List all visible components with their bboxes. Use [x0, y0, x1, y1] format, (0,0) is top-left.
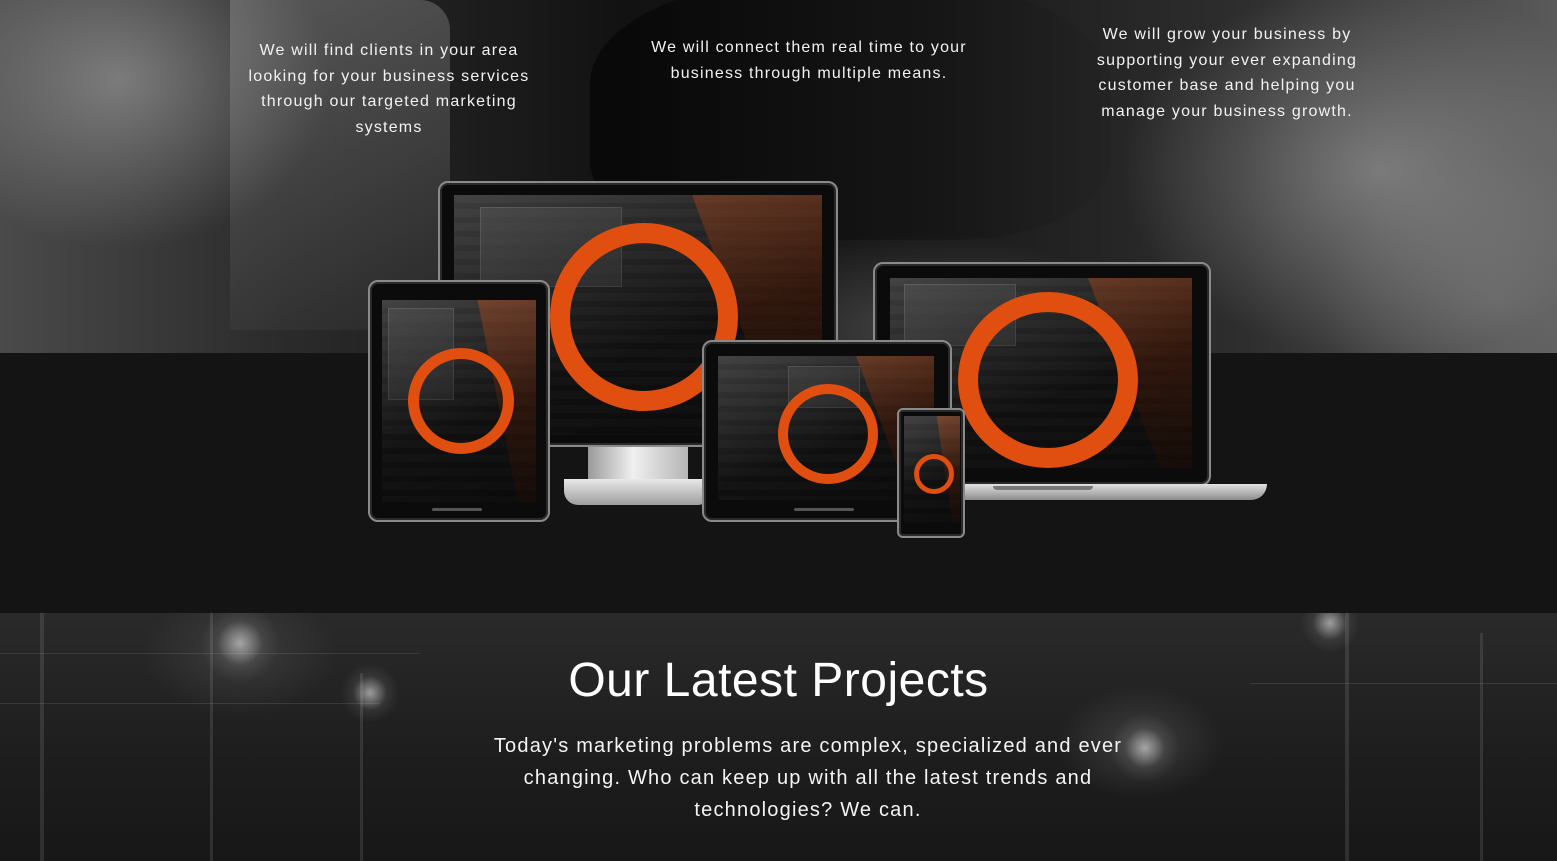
background-pole	[40, 613, 44, 861]
monitor-stand-base	[564, 479, 712, 505]
orange-ring-icon	[408, 348, 514, 454]
tablet-portrait-screen	[382, 300, 536, 502]
orange-ring-icon	[958, 292, 1138, 468]
feature-text-connect: We will connect them real time to your b…	[651, 39, 967, 82]
phone-frame	[897, 408, 965, 538]
phone-screen	[904, 416, 960, 524]
orange-ring-icon	[778, 384, 878, 484]
background-light-flare	[1300, 613, 1360, 653]
latest-projects-section: Our Latest Projects Today's marketing pr…	[0, 613, 1557, 861]
feature-text-find-clients: We will find clients in your area lookin…	[248, 42, 530, 136]
responsive-devices-illustration	[360, 178, 1270, 543]
background-pole	[1345, 613, 1349, 861]
tablet-home-bar	[794, 508, 854, 511]
laptop-notch	[993, 486, 1093, 490]
projects-heading: Our Latest Projects	[568, 654, 989, 707]
phone-device	[897, 408, 967, 540]
projects-description: Today's marketing problems are complex, …	[493, 735, 1123, 821]
orange-ring-icon	[914, 454, 954, 494]
tablet-portrait-device	[368, 280, 552, 524]
tablet-portrait-frame	[368, 280, 550, 522]
monitor-stand-neck	[588, 447, 688, 483]
tablet-home-bar	[432, 508, 482, 511]
feature-text-grow: We will grow your business by supporting…	[1096, 26, 1358, 120]
